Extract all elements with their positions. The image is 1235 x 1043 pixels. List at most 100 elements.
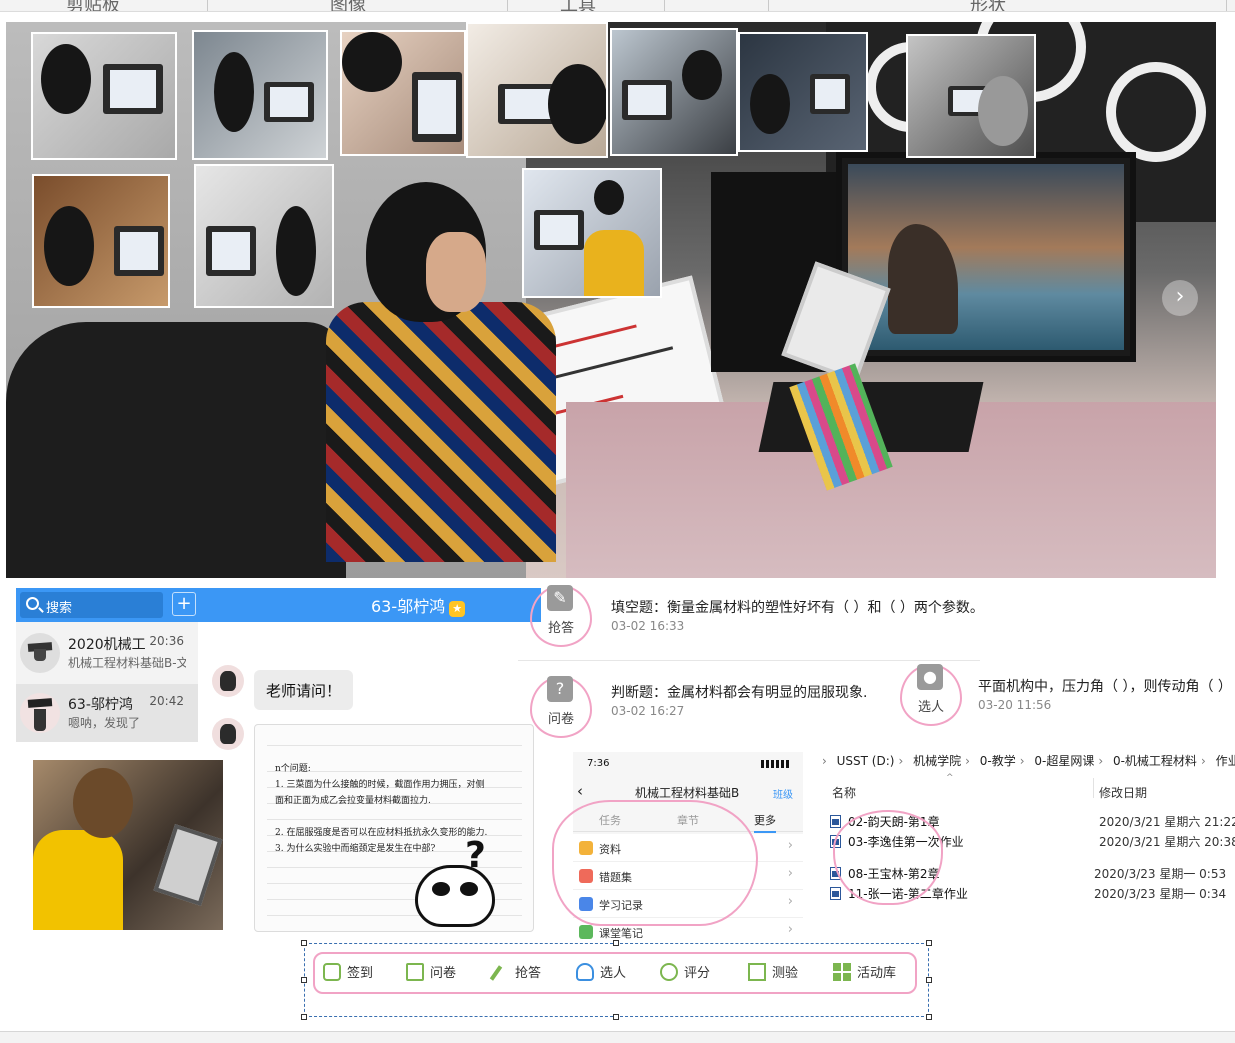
ribbon-tab-image[interactable]: 图像: [330, 0, 366, 11]
ribbon-tab-clipboard[interactable]: 剪贴板: [66, 0, 120, 11]
ribbon-tab-tools[interactable]: 工具: [560, 0, 596, 11]
word-document-icon: [830, 887, 841, 900]
student-photo: [33, 760, 223, 930]
cloud-outline-icon: [552, 800, 758, 926]
question-type-pick: ● 选人: [900, 664, 962, 726]
question-text[interactable]: 平面机构中，压力角（ ），则传动角（ ）: [978, 676, 1232, 696]
chevron-right-icon: ›: [787, 838, 793, 853]
back-arrow-icon[interactable]: ‹: [577, 782, 583, 800]
contact-time: 20:36: [149, 634, 184, 648]
toolbar-label: 活动库: [857, 966, 897, 981]
note-line: 3. 为什么实验中而缩颈定是发生在中部?: [275, 844, 436, 854]
grab-icon: [491, 963, 509, 981]
search-input[interactable]: 搜索: [20, 592, 163, 618]
contact-preview: 嗯呐，发现了: [68, 716, 141, 730]
question-type-label: 抢答: [547, 621, 574, 636]
office-chair: [6, 322, 346, 578]
divider: [885, 660, 980, 661]
signal-icon: [761, 760, 791, 768]
chat-message-bubble: 老师请问！: [254, 670, 354, 710]
resize-handle[interactable]: [926, 977, 932, 983]
contact-item[interactable]: 2020机械工 20:36 机械工程材料基础B-文: [16, 624, 198, 682]
chevron-right-icon: ›: [822, 754, 827, 768]
activity-library-button[interactable]: 活动库: [833, 962, 896, 984]
resize-handle[interactable]: [926, 1014, 932, 1020]
grab-answer-button[interactable]: 抢答: [491, 962, 541, 984]
survey-button[interactable]: 问卷: [406, 962, 456, 984]
ribbon-separator: [1226, 0, 1227, 11]
breadcrumb-item[interactable]: 机械学院: [913, 754, 961, 768]
chevron-right-icon: ›: [787, 922, 793, 937]
toolbar-label: 抢答: [515, 966, 542, 981]
breadcrumb-item[interactable]: 0-教学: [980, 754, 1016, 768]
panda-sticker-icon: [415, 865, 495, 927]
avatar: [212, 665, 244, 697]
class-link[interactable]: 班级: [773, 786, 793, 801]
contact-name: 2020机械工: [68, 637, 146, 653]
resize-handle[interactable]: [301, 977, 307, 983]
phone-page-title: 机械工程材料基础B: [635, 786, 740, 800]
breadcrumb-item[interactable]: 0-机械工程材料: [1113, 754, 1197, 768]
breadcrumb: › USST (D:) › 机械学院 › 0-教学 › 0-超星网课 › 0-机械工程材…: [822, 752, 1235, 770]
heart-outline-icon: [833, 810, 943, 905]
search-icon: [26, 597, 39, 610]
thumbnail-photo: [192, 30, 328, 160]
survey-icon: [406, 962, 424, 981]
avatar: [212, 718, 244, 750]
question-type-label: 选人: [917, 700, 944, 715]
add-button[interactable]: +: [172, 592, 196, 616]
resize-handle[interactable]: [613, 940, 619, 946]
menu-item-label: 课堂笔记: [599, 927, 643, 940]
resize-handle[interactable]: [301, 1014, 307, 1020]
tab-more[interactable]: 更多: [754, 812, 776, 833]
checkin-icon: [323, 962, 341, 981]
column-separator[interactable]: [1093, 778, 1094, 798]
question-time: 03-02 16:27: [611, 704, 685, 718]
question-time: 03-02 16:33: [611, 619, 685, 633]
ribbon-tab-shapes[interactable]: 形状: [970, 0, 1006, 11]
ribbon-separator: [207, 0, 208, 11]
thumbnail-photo: [340, 30, 466, 156]
notes-icon: [579, 925, 593, 939]
ribbon-bar: 剪贴板 图像 工具 形状: [0, 0, 1235, 12]
checkin-button[interactable]: 签到: [323, 962, 373, 984]
file-date: 2020/3/23 星期一 0:53: [1094, 867, 1227, 881]
question-time: 03-20 11:56: [978, 698, 1052, 712]
resize-handle[interactable]: [926, 940, 932, 946]
pick-person-button[interactable]: 选人: [576, 962, 626, 984]
column-header-name[interactable]: 名称: [832, 784, 856, 801]
handwritten-note-image[interactable]: n个问题: 1. 三菜面为什么接触的时候，截面作用力拥压，对侧 面和正面为成乙会…: [254, 724, 534, 932]
breadcrumb-item[interactable]: USST (D:): [837, 754, 895, 768]
question-text[interactable]: 判断题：金属材料都会有明显的屈服现象.: [611, 682, 867, 702]
quiz-button[interactable]: 测验: [748, 962, 798, 984]
breadcrumb-item[interactable]: 作业: [1216, 754, 1235, 768]
note-line: 面和正面为成乙会拉变量材料截面拉力.: [275, 796, 431, 806]
resize-handle[interactable]: [301, 940, 307, 946]
file-date: 2020/3/21 星期六 21:22: [1099, 815, 1235, 829]
question-text[interactable]: 填空题：衡量金属材料的塑性好坏有（ ）和（ ）两个参数。: [611, 597, 984, 617]
activity-toolbar: 签到 问卷 抢答 选人 评分 测验 活动库: [313, 952, 917, 994]
word-document-icon: [830, 815, 841, 828]
phone-time: 7:36: [587, 758, 610, 769]
thumbnail-photo: [610, 28, 738, 156]
chat-title-text: 63-邬柠鸿: [371, 597, 446, 616]
ribbon-separator: [664, 0, 665, 11]
chevron-right-icon: ›: [787, 894, 793, 909]
thumbnail-photo: [906, 34, 1036, 158]
person-icon: ●: [917, 664, 943, 690]
column-header-date[interactable]: 修改日期: [1099, 784, 1147, 801]
resize-handle[interactable]: [613, 1014, 619, 1020]
question-type-label: 问卷: [547, 712, 574, 727]
main-monitor: [836, 152, 1136, 362]
contact-item[interactable]: 63-邬柠鸿 20:42 嗯呐，发现了: [16, 684, 198, 742]
note-line: 1. 三菜面为什么接触的时候，截面作用力拥压，对侧: [275, 780, 485, 790]
thumbnail-photo: [32, 174, 170, 308]
breadcrumb-item[interactable]: 0-超星网课: [1034, 754, 1094, 768]
chevron-right-icon[interactable]: ›: [1162, 280, 1198, 316]
chat-title: 63-邬柠鸿 ★: [371, 593, 466, 617]
file-date: 2020/3/23 星期一 0:34: [1094, 887, 1227, 901]
rate-button[interactable]: 评分: [660, 962, 710, 984]
ribbon-separator: [507, 0, 508, 11]
thumbnail-photo: [738, 32, 868, 152]
rating-icon: [660, 962, 678, 981]
